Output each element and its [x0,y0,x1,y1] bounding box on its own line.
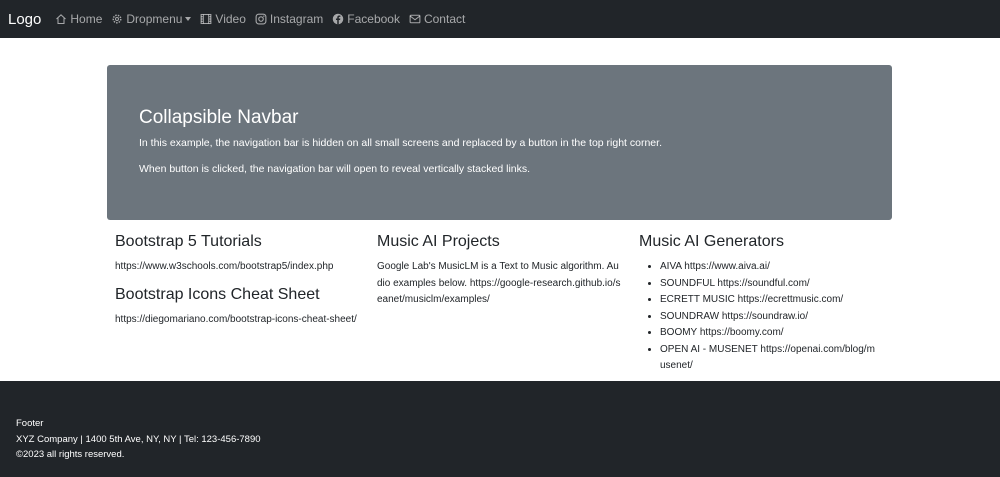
column-music-projects: Music AI Projects Google Lab's MusicLM i… [377,233,627,317]
nav-facebook[interactable]: Facebook [332,12,400,26]
nav-video-label: Video [215,12,246,26]
footer-copyright: ©2023 all rights reserved. [16,449,125,460]
caret-down-icon [185,17,192,21]
bootstrap-icons-heading: Bootstrap Icons Cheat Sheet [115,285,320,303]
house-icon [56,14,67,25]
gear-icon [112,14,122,24]
music-generators-list: AIVA https://www.aiva.ai/ SOUNDFUL https… [639,259,875,375]
column-music-generators: Music AI Generators AIVA https://www.aiv… [639,233,889,375]
brand-logo[interactable]: Logo [8,11,41,28]
column-bootstrap: Bootstrap 5 Tutorials https://www.w3scho… [115,233,365,336]
hero-description: In this example, the navigation bar is h… [139,137,662,149]
nav-contact[interactable]: Contact [409,12,465,26]
list-item: AIVA https://www.aiva.ai/ [660,259,875,276]
list-item: SOUNDFUL https://soundful.com/ [660,276,875,293]
top-navbar: Logo Home Dropmenu Video Instagram Faceb… [0,0,1000,38]
nav-dropmenu[interactable]: Dropmenu [111,12,192,26]
nav-home[interactable]: Home [55,12,102,26]
nav-instagram[interactable]: Instagram [255,12,323,26]
hero-banner: Collapsible Navbar In this example, the … [107,65,892,220]
nav-instagram-label: Instagram [269,12,324,26]
hero-description-2: When button is clicked, the navigation b… [139,163,531,175]
list-item: OPEN AI - MUSENET https://openai.com/blo… [660,342,875,375]
music-projects-text: Google Lab's MusicLM is a Text to Music … [377,261,621,305]
film-icon [201,13,212,25]
nav-contact-label: Contact [423,12,466,26]
hero-title: Collapsible Navbar [139,107,299,128]
nav-home-label: Home [70,12,103,26]
bootstrap-icons-link[interactable]: https://diegomariano.com/bootstrap-icons… [115,312,360,329]
nav-video[interactable]: Video [200,12,246,26]
music-generators-heading: Music AI Generators [639,233,784,250]
footer-title: Footer [16,418,44,429]
bootstrap-tutorials-link[interactable]: https://www.w3schools.com/bootstrap5/ind… [115,259,365,276]
nav-dropmenu-label: Dropmenu [126,12,183,26]
list-item: ECRETT MUSIC https://ecrettmusic.com/ [660,292,875,309]
instagram-icon [255,13,267,25]
list-item: BOOMY https://boomy.com/ [660,325,875,342]
page-footer: Footer XYZ Company | 1400 5th Ave, NY, N… [0,381,1000,477]
facebook-icon [333,13,344,25]
music-projects-heading: Music AI Projects [377,233,500,250]
nav-facebook-label: Facebook [347,12,400,26]
footer-address: XYZ Company | 1400 5th Ave, NY, NY | Tel… [16,433,261,445]
bootstrap-tutorials-heading: Bootstrap 5 Tutorials [115,233,262,250]
list-item: SOUNDRAW https://soundraw.io/ [660,309,875,326]
envelope-icon [409,14,421,24]
